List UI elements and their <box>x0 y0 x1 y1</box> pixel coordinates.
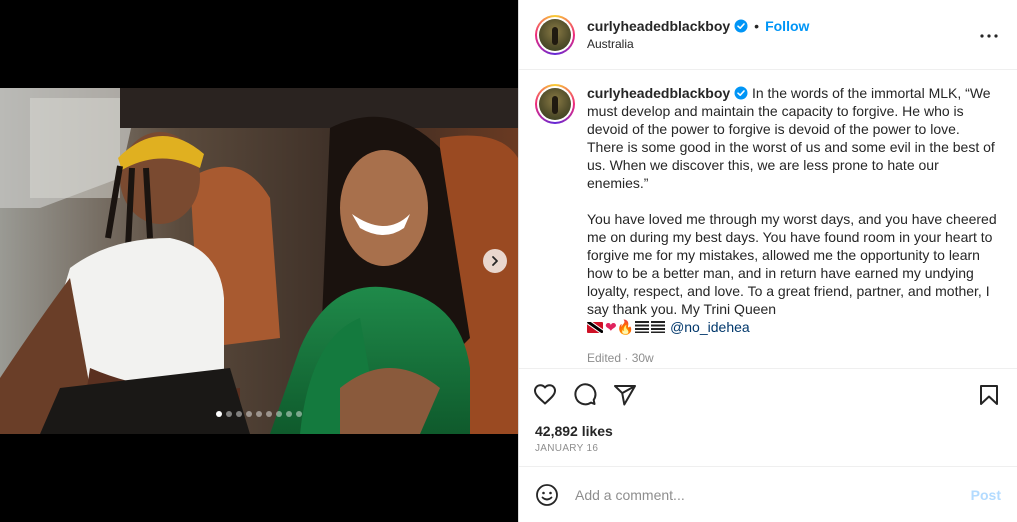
likes-count[interactable]: 42,892 likes <box>535 423 613 439</box>
carousel-dot <box>216 411 222 417</box>
header-separator: • <box>754 17 760 34</box>
bars-emoji <box>635 321 650 333</box>
comment-button[interactable] <box>573 383 597 407</box>
fire-emoji: 🔥 <box>616 320 635 336</box>
heart-emoji: ❤ <box>605 320 617 336</box>
caption-avatar[interactable] <box>535 84 575 124</box>
trinidad-flag-emoji <box>587 322 603 333</box>
carousel-dot <box>266 411 272 417</box>
bars-emoji <box>651 321 666 333</box>
follow-button[interactable]: Follow <box>765 17 809 35</box>
carousel-dot <box>286 411 292 417</box>
header-user-row: curlyheadedblackboy • Follow <box>587 17 809 35</box>
carousel-dot <box>276 411 282 417</box>
carousel-indicator <box>216 411 302 417</box>
header-text: curlyheadedblackboy • Follow Australia <box>587 17 809 53</box>
carousel-dot <box>256 411 262 417</box>
share-icon <box>614 385 636 406</box>
caption-second-paragraph: You have loved me through my worst days,… <box>587 210 997 337</box>
post-comment-button[interactable]: Post <box>971 487 1001 503</box>
heart-icon <box>534 384 556 405</box>
avatar-border <box>537 16 573 53</box>
verified-badge-icon <box>734 86 748 100</box>
mention-link[interactable]: @no_idehea <box>670 319 750 335</box>
carousel-dot <box>296 411 302 417</box>
more-options-icon <box>980 34 998 38</box>
comment-input[interactable] <box>575 486 971 503</box>
actions-section: 42,892 likes JANUARY 16 <box>519 368 1017 454</box>
share-button[interactable] <box>613 383 637 407</box>
location-link[interactable]: Australia <box>587 35 809 53</box>
caption-first-paragraph: curlyheadedblackboy In the words of the … <box>587 84 997 192</box>
verified-badge-icon <box>734 19 748 33</box>
caption-username[interactable]: curlyheadedblackboy <box>587 85 730 101</box>
chevron-right-icon <box>492 256 498 266</box>
caption-avatar-border <box>537 86 573 122</box>
post-media <box>0 0 518 522</box>
post-header: curlyheadedblackboy • Follow Australia <box>519 0 1017 70</box>
comment-bar: Post <box>519 466 1017 522</box>
action-icons <box>519 369 1017 421</box>
post-photo[interactable] <box>0 88 518 434</box>
instagram-post: curlyheadedblackboy • Follow Australia c… <box>0 0 1017 522</box>
emoji-icon <box>536 483 558 506</box>
avatar[interactable] <box>535 14 575 55</box>
caption-body: You have loved me through my worst days,… <box>587 211 1001 317</box>
emoji-button[interactable] <box>535 483 559 507</box>
photo-image <box>0 88 518 434</box>
save-button[interactable] <box>977 383 1001 407</box>
post-date[interactable]: JANUARY 16 <box>535 443 598 454</box>
caption-avatar-image <box>539 88 571 120</box>
avatar-image <box>539 18 571 51</box>
header-username[interactable]: curlyheadedblackboy <box>587 17 730 35</box>
comment-icon <box>574 383 597 406</box>
carousel-dot <box>226 411 232 417</box>
carousel-dot <box>246 411 252 417</box>
caption-section: curlyheadedblackboy In the words of the … <box>535 84 1001 368</box>
like-button[interactable] <box>533 383 557 407</box>
caption-intro: In the words of the immortal MLK, <box>751 85 962 101</box>
post-caption: curlyheadedblackboy In the words of the … <box>587 84 997 368</box>
edited-timestamp: Edited · 30w <box>587 351 654 365</box>
post-details: curlyheadedblackboy • Follow Australia c… <box>518 0 1017 522</box>
bookmark-icon <box>980 385 998 405</box>
more-options-button[interactable] <box>979 26 999 46</box>
carousel-dot <box>236 411 242 417</box>
carousel-next-button[interactable] <box>483 249 507 273</box>
